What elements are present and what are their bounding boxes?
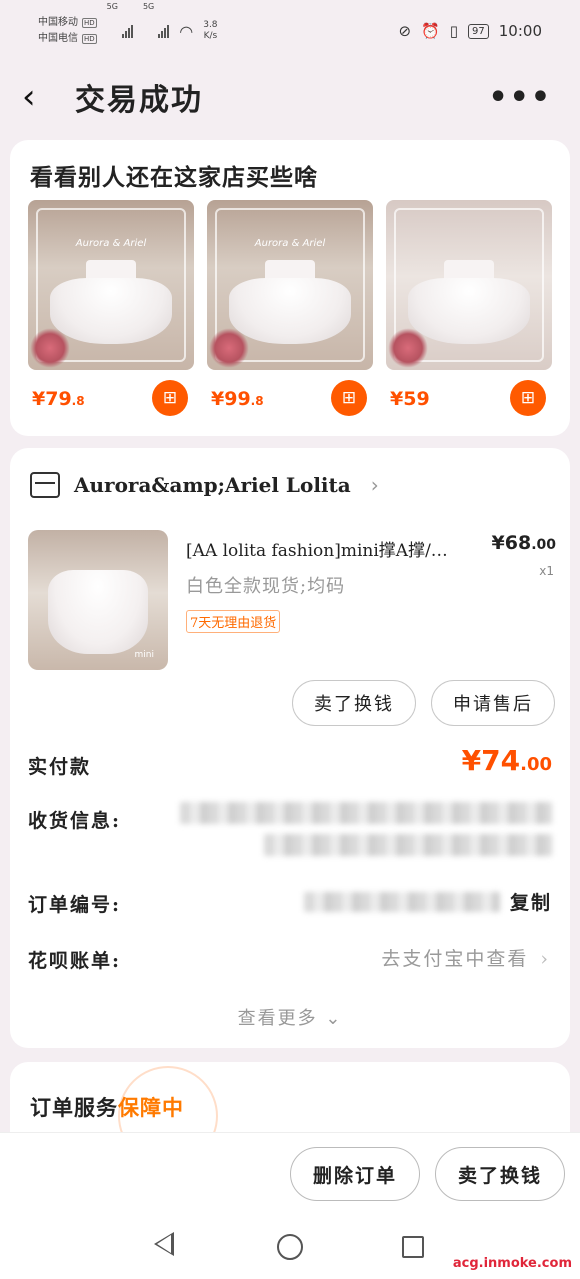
order-card: Aurora&amp;Ariel Lolita › mini [AA lolit… [10,448,570,1048]
view-more-text: 查看更多 [237,1008,318,1029]
page-title: 交易成功 [75,83,203,118]
recommend-card: 看看别人还在这家店买些啥 Aurora & Ariel ¥79.8 ⊞ Auro… [10,140,570,436]
delete-order-button[interactable]: 删除订单 [290,1147,420,1201]
system-nav-bar: acg.inmoke.com [0,1212,580,1279]
bottom-action-bar: 删除订单 卖了换钱 [0,1132,580,1212]
recommend-title: 看看别人还在这家店买些啥 [30,164,318,191]
recommend-price: ¥59 [390,388,430,410]
hd-badge: HD [82,18,97,28]
wifi-icon: ◠ [179,21,194,41]
shop-name: Aurora&amp;Ariel Lolita [74,473,351,497]
huabei-link[interactable]: 去支付宝中查看 › [381,944,550,971]
recommend-item[interactable]: ¥59 ⊞ [386,200,552,416]
system-recents-icon[interactable] [402,1236,424,1258]
signal-icon [158,24,170,38]
signal-icon [121,24,133,38]
sell-button[interactable]: 卖了换钱 [292,680,416,726]
battery-icon: 97 [468,23,489,39]
recommend-item[interactable]: Aurora & Ariel ¥79.8 ⊞ [28,200,194,416]
watermark: acg.inmoke.com [450,1256,574,1271]
address-label: 收货信息: [28,810,122,832]
return-policy-badge: 7天无理由退货 [186,610,281,633]
image-logo-text: mini [134,650,154,660]
carrier-1: 中国移动 [38,17,78,28]
huabei-link-text: 去支付宝中查看 [381,948,529,970]
order-product-image[interactable]: mini [28,530,168,670]
vibrate-icon: ▯ [449,22,459,40]
add-to-cart-icon[interactable]: ⊞ [331,380,367,416]
after-sales-button[interactable]: 申请售后 [431,680,555,726]
service-title-text: 订单服务 [30,1095,118,1120]
price-decimal: .8 [71,394,85,408]
paid-label: 实付款 [28,756,92,778]
chevron-right-icon: › [540,948,550,970]
carrier-2: 中国电信 [38,33,78,44]
price-main: ¥68 [491,532,532,554]
product-image[interactable]: Aurora & Ariel [207,200,373,370]
price-main: ¥99 [211,388,251,410]
network-type-1: 5G [106,2,118,11]
image-logo-text: Aurora & Ariel [254,238,326,249]
status-bar: 中国移动 HD 中国电信 HD 5G 5G ◠ 3.8 K/s ⊘ ⏰ ▯ 97… [0,0,580,62]
clock: 10:00 [498,22,542,40]
product-spec: 白色全款现货;均码 [186,576,346,597]
carrier-info: 中国移动 HD 中国电信 HD [38,15,97,47]
image-logo-text: Aurora & Ariel [75,238,147,249]
recommend-price: ¥99.8 [211,388,264,410]
chevron-right-icon: › [370,473,379,497]
shop-link[interactable]: Aurora&amp;Ariel Lolita › [30,472,379,498]
more-icon[interactable]: ••• [488,80,552,115]
product-image[interactable]: Aurora & Ariel [28,200,194,370]
price-main: ¥79 [32,388,72,410]
address-blurred [180,802,552,824]
huabei-label: 花呗账单: [28,950,122,972]
product-price: ¥68.00 [492,532,556,554]
order-number-label: 订单编号: [28,894,122,916]
price-main: ¥59 [390,388,430,410]
chevron-down-icon: ⌄ [325,1008,343,1029]
product-quantity: x1 [539,564,554,578]
add-to-cart-icon[interactable]: ⊞ [152,380,188,416]
price-decimal: .8 [250,394,264,408]
service-guard-text: 保障中 [118,1095,184,1120]
sell-button[interactable]: 卖了换钱 [435,1147,565,1201]
product-image[interactable] [386,200,552,370]
service-title: 订单服务保障中 [30,1092,184,1122]
network-speed: 3.8 K/s [203,20,217,42]
recommend-item[interactable]: Aurora & Ariel ¥99.8 ⊞ [207,200,373,416]
speed-value: 3.8 [203,20,218,30]
nav-bar: ‹ 交易成功 ••• [0,62,580,132]
hd-badge: HD [82,34,97,44]
back-icon[interactable]: ‹ [22,80,36,114]
shop-icon [30,472,60,498]
add-to-cart-icon[interactable]: ⊞ [510,380,546,416]
price-main: ¥74 [461,744,521,777]
address-blurred [264,834,552,856]
view-more-button[interactable]: 查看更多 ⌄ [10,1004,570,1030]
order-number-blurred [304,892,500,912]
nfc-icon: ⊘ [398,22,412,40]
price-decimal: .00 [531,537,556,553]
system-home-icon[interactable] [277,1234,303,1260]
alarm-icon: ⏰ [421,22,440,40]
recommend-price: ¥79.8 [32,388,85,410]
system-back-icon[interactable] [154,1232,174,1256]
network-type-2: 5G [142,2,155,11]
copy-button[interactable]: 复制 [510,888,552,915]
paid-amount: ¥74.00 [462,744,552,777]
price-decimal: .00 [520,754,552,775]
product-title[interactable]: [AA lolita fashion]mini撑A撑/… [186,536,478,561]
speed-unit: K/s [203,31,218,41]
